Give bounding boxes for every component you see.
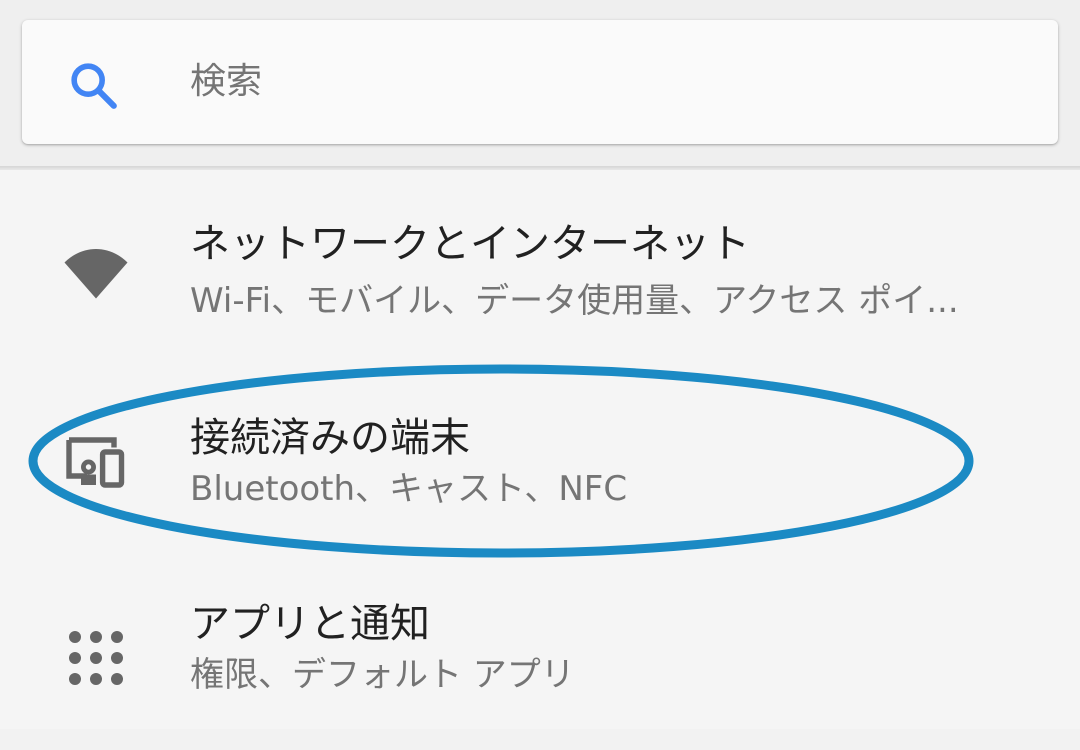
settings-item-title: 接続済みの端末 bbox=[190, 415, 470, 461]
settings-item-subtitle: Bluetooth、キャスト、NFC bbox=[190, 469, 628, 509]
settings-list: ネットワークとインターネット Wi-Fi、モバイル、データ使用量、アクセス ポイ… bbox=[0, 170, 1080, 729]
search-input[interactable]: 検索 bbox=[190, 54, 262, 110]
settings-item-title: アプリと通知 bbox=[190, 601, 430, 647]
settings-item-subtitle: 権限、デフォルト アプリ bbox=[190, 655, 575, 695]
apps-grid-icon bbox=[69, 631, 123, 685]
search-icon[interactable] bbox=[66, 58, 122, 114]
settings-item-connected-devices[interactable]: 接続済みの端末 Bluetooth、キャスト、NFC bbox=[0, 370, 1080, 550]
search-box[interactable]: 検索 bbox=[22, 20, 1058, 144]
settings-item-apps[interactable]: アプリと通知 権限、デフォルト アプリ bbox=[0, 570, 1080, 750]
wifi-icon bbox=[64, 249, 128, 299]
settings-item-subtitle: Wi-Fi、モバイル、データ使用量、アクセス ポイ... bbox=[190, 281, 959, 321]
devices-icon bbox=[66, 437, 125, 488]
settings-item-network[interactable]: ネットワークとインターネット Wi-Fi、モバイル、データ使用量、アクセス ポイ… bbox=[0, 170, 1080, 350]
settings-item-title: ネットワークとインターネット bbox=[190, 221, 750, 267]
